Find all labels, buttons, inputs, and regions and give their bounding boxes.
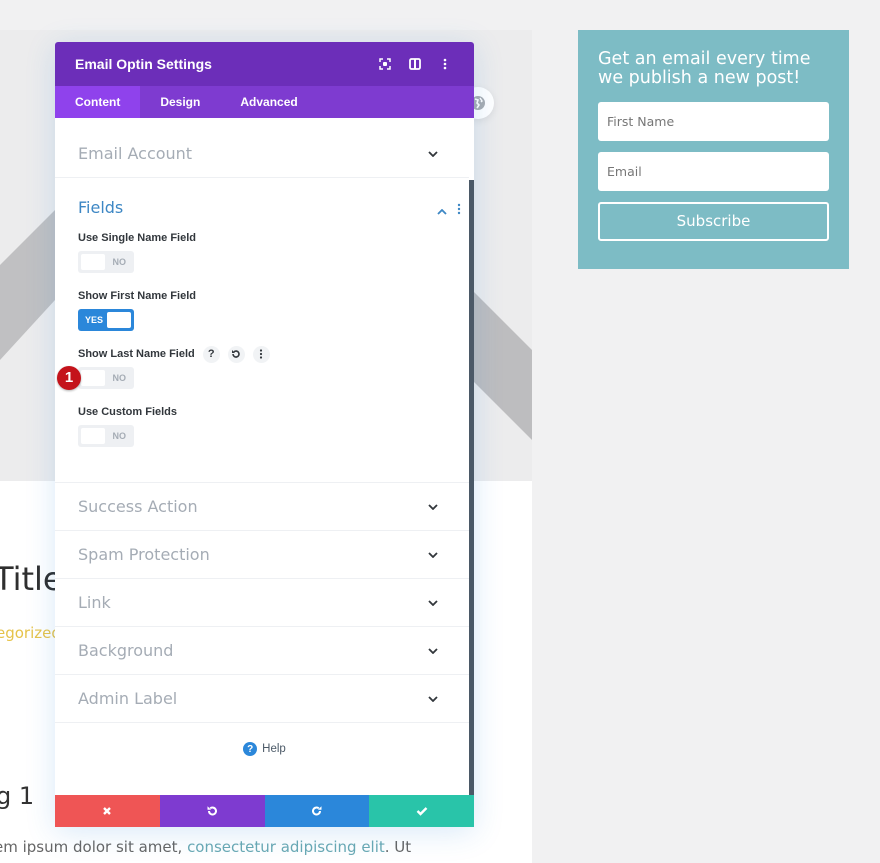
scrollbar[interactable]: [469, 180, 474, 795]
option-use-single-name-field: Use Single Name Field NO: [78, 231, 469, 273]
cancel-button[interactable]: [55, 795, 160, 827]
check-icon: [416, 807, 427, 816]
tab-content[interactable]: Content: [55, 86, 141, 118]
chevron-down-icon: [427, 645, 439, 657]
save-button[interactable]: [369, 795, 474, 827]
toggle-show-last-name-field[interactable]: NO: [78, 367, 134, 389]
post-heading: g 1: [0, 782, 35, 810]
section-background[interactable]: Background: [55, 627, 469, 675]
chevron-down-icon: [427, 148, 439, 160]
section-more-icon[interactable]: [457, 202, 461, 220]
stripe-left: [0, 210, 55, 360]
chevron-up-icon[interactable]: [437, 202, 447, 220]
post-text-after: . Ut: [384, 838, 412, 856]
post-text-plain: em ipsum dolor sit amet,: [0, 838, 188, 856]
email-optin-widget: Get an email every time we publish a new…: [578, 30, 849, 269]
more-options-icon[interactable]: [436, 55, 454, 73]
undo-button[interactable]: [159, 795, 265, 827]
redo-icon: [311, 806, 322, 816]
section-label: Background: [78, 641, 174, 660]
modal-header[interactable]: Email Optin Settings: [55, 42, 474, 86]
tab-design[interactable]: Design: [140, 86, 220, 118]
modal-title: Email Optin Settings: [75, 56, 212, 72]
step-badge: 1: [57, 366, 81, 390]
toggle-show-first-name-field[interactable]: YES: [78, 309, 134, 331]
toggle-value: NO: [112, 431, 127, 441]
toggle-value: YES: [85, 315, 104, 325]
section-fields: Fields Use Single Name Field NO Show Fir…: [55, 178, 469, 483]
chevron-down-icon: [427, 597, 439, 609]
tab-advanced[interactable]: Advanced: [220, 86, 317, 118]
settings-scroll-area: Email Account Fields Use Single Name Fie…: [55, 130, 474, 795]
option-label: Show First Name Field: [78, 290, 196, 302]
section-label: Link: [78, 593, 111, 612]
settings-modal: Email Optin Settings Content Design Adva…: [55, 42, 474, 827]
redo-button[interactable]: [264, 795, 370, 827]
section-label: Admin Label: [78, 689, 178, 708]
section-label: Spam Protection: [78, 545, 210, 564]
option-more-icon[interactable]: [252, 345, 270, 363]
help-link[interactable]: ? Help: [55, 742, 474, 756]
section-success-action[interactable]: Success Action: [55, 483, 469, 531]
post-text: em ipsum dolor sit amet, consectetur adi…: [0, 838, 411, 856]
section-label: Success Action: [78, 497, 198, 516]
modal-tabs: Content Design Advanced: [55, 86, 474, 118]
option-label: Use Single Name Field: [78, 232, 196, 244]
split-view-icon[interactable]: [406, 55, 424, 73]
option-use-custom-fields: Use Custom Fields NO: [78, 405, 469, 447]
chevron-down-icon: [427, 549, 439, 561]
modal-footer: [55, 795, 474, 827]
expand-icon[interactable]: [376, 55, 394, 73]
chevron-down-icon: [427, 501, 439, 513]
email-input[interactable]: Email: [598, 152, 829, 191]
option-show-last-name-field: Show Last Name Field ? NO 1: [57, 345, 469, 390]
toggle-use-single-name-field[interactable]: NO: [78, 251, 134, 273]
undo-icon: [207, 806, 218, 816]
toggle-use-custom-fields[interactable]: NO: [78, 425, 134, 447]
stripe-right: [474, 292, 532, 440]
chevron-down-icon: [427, 693, 439, 705]
post-category[interactable]: egorized: [0, 624, 61, 642]
toggle-value: NO: [112, 257, 127, 267]
section-title-fields[interactable]: Fields: [78, 198, 469, 217]
reset-icon[interactable]: [227, 345, 245, 363]
first-name-input[interactable]: First Name: [598, 102, 829, 141]
help-label: Help: [262, 743, 286, 755]
option-show-first-name-field: Show First Name Field YES: [78, 289, 469, 331]
post-text-link[interactable]: consectetur adipiscing elit: [187, 838, 385, 856]
section-spam-protection[interactable]: Spam Protection: [55, 531, 469, 579]
optin-title: Get an email every time we publish a new…: [598, 49, 811, 88]
close-icon: [103, 807, 112, 815]
section-admin-label[interactable]: Admin Label: [55, 675, 469, 723]
toggle-value: NO: [112, 373, 127, 383]
section-email-account[interactable]: Email Account: [55, 130, 469, 178]
post-title: Title: [0, 560, 63, 598]
section-link[interactable]: Link: [55, 579, 469, 627]
option-label: Show Last Name Field: [78, 348, 195, 360]
subscribe-button[interactable]: Subscribe: [598, 202, 829, 241]
option-label: Use Custom Fields: [78, 406, 178, 418]
section-label: Email Account: [78, 144, 193, 163]
help-icon: ?: [243, 742, 258, 756]
help-question-icon[interactable]: ?: [202, 345, 220, 363]
